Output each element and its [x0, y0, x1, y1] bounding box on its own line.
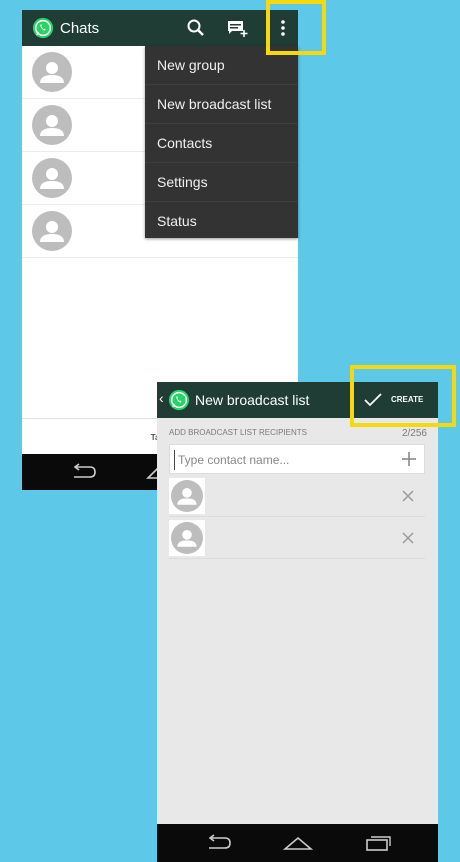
back-icon[interactable] — [205, 834, 233, 852]
whatsapp-logo-icon[interactable] — [168, 389, 190, 411]
overflow-menu: New group New broadcast list Contacts Se… — [145, 46, 298, 238]
home-icon[interactable] — [283, 834, 313, 852]
page-title: Chats — [60, 20, 100, 37]
search-icon[interactable] — [184, 16, 208, 40]
menu-item-settings[interactable]: Settings — [145, 163, 298, 202]
avatar — [169, 478, 205, 514]
person-icon — [40, 168, 64, 189]
highlight-overflow-menu — [266, 0, 326, 55]
avatar — [32, 105, 72, 145]
highlight-create-button — [350, 365, 456, 427]
recipients-header: ADD BROADCAST LIST RECIPIENTS 2/256 — [169, 428, 427, 439]
person-icon — [177, 488, 197, 505]
page-title: New broadcast list — [195, 392, 310, 408]
avatar — [32, 158, 72, 198]
person-icon — [40, 115, 64, 136]
whatsapp-logo-icon — [32, 17, 54, 39]
contact-search-field[interactable] — [169, 444, 425, 474]
recipient-row — [169, 476, 425, 517]
navigation-bar — [157, 824, 438, 862]
back-icon[interactable] — [70, 463, 98, 481]
add-contact-icon[interactable] — [400, 450, 418, 468]
menu-item-status[interactable]: Status — [145, 202, 298, 240]
person-icon — [40, 221, 64, 242]
up-caret-icon[interactable]: ‹ — [159, 390, 164, 406]
avatar — [32, 211, 72, 251]
close-icon[interactable] — [401, 489, 415, 503]
recents-icon[interactable] — [363, 834, 393, 852]
person-icon — [40, 62, 64, 83]
new-chat-icon[interactable] — [225, 16, 249, 40]
person-icon — [177, 530, 197, 547]
recipients-header-label: ADD BROADCAST LIST RECIPIENTS — [169, 428, 307, 437]
avatar — [32, 52, 72, 92]
menu-item-contacts[interactable]: Contacts — [145, 124, 298, 163]
menu-item-new-broadcast-list[interactable]: New broadcast list — [145, 85, 298, 124]
recipients-count: 2/256 — [401, 428, 427, 439]
recipient-row — [169, 518, 425, 559]
new-broadcast-list-screen: ‹ New broadcast list CREATE ADD BROADCAS… — [157, 382, 438, 862]
avatar — [169, 520, 205, 556]
contact-search-input[interactable] — [174, 450, 390, 470]
close-icon[interactable] — [401, 531, 415, 545]
action-bar: Chats — [22, 10, 298, 46]
